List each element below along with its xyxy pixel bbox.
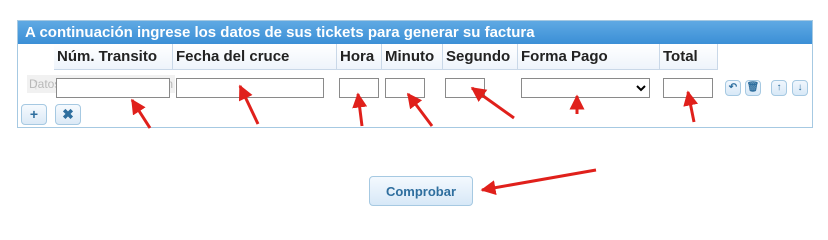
column-header-fecha-cruce[interactable]: Fecha del cruce <box>173 44 337 70</box>
minuto-input[interactable] <box>385 78 425 98</box>
grid-title: A continuación ingrese los datos de sus … <box>18 21 812 44</box>
comprobar-button[interactable]: Comprobar <box>369 176 473 206</box>
column-header-total[interactable]: Total <box>660 44 718 70</box>
trash-icon[interactable]: 🗑 <box>745 80 761 96</box>
column-header-segundo[interactable]: Segundo <box>443 44 518 70</box>
undo-icon[interactable]: ↶ <box>725 80 741 96</box>
ticket-grid: A continuación ingrese los datos de sus … <box>17 20 813 128</box>
column-header-minuto[interactable]: Minuto <box>382 44 443 70</box>
arrow-up-icon[interactable]: ↑ <box>771 80 787 96</box>
arrow-to-comprobar <box>480 168 597 196</box>
segundo-input[interactable] <box>445 78 485 98</box>
total-input[interactable] <box>663 78 713 98</box>
hora-input[interactable] <box>339 78 379 98</box>
add-row-button[interactable]: + <box>21 104 47 125</box>
arrow-down-icon[interactable]: ↓ <box>792 80 808 96</box>
fecha-cruce-input[interactable] <box>176 78 324 98</box>
column-header-hora[interactable]: Hora <box>337 44 382 70</box>
column-header-forma-pago[interactable]: Forma Pago <box>518 44 660 70</box>
num-transito-input[interactable] <box>56 78 170 98</box>
forma-pago-select[interactable] <box>521 78 650 98</box>
column-header-num-transito[interactable]: Núm. Transito <box>54 44 173 70</box>
delete-row-button[interactable]: ✖ <box>55 104 81 125</box>
